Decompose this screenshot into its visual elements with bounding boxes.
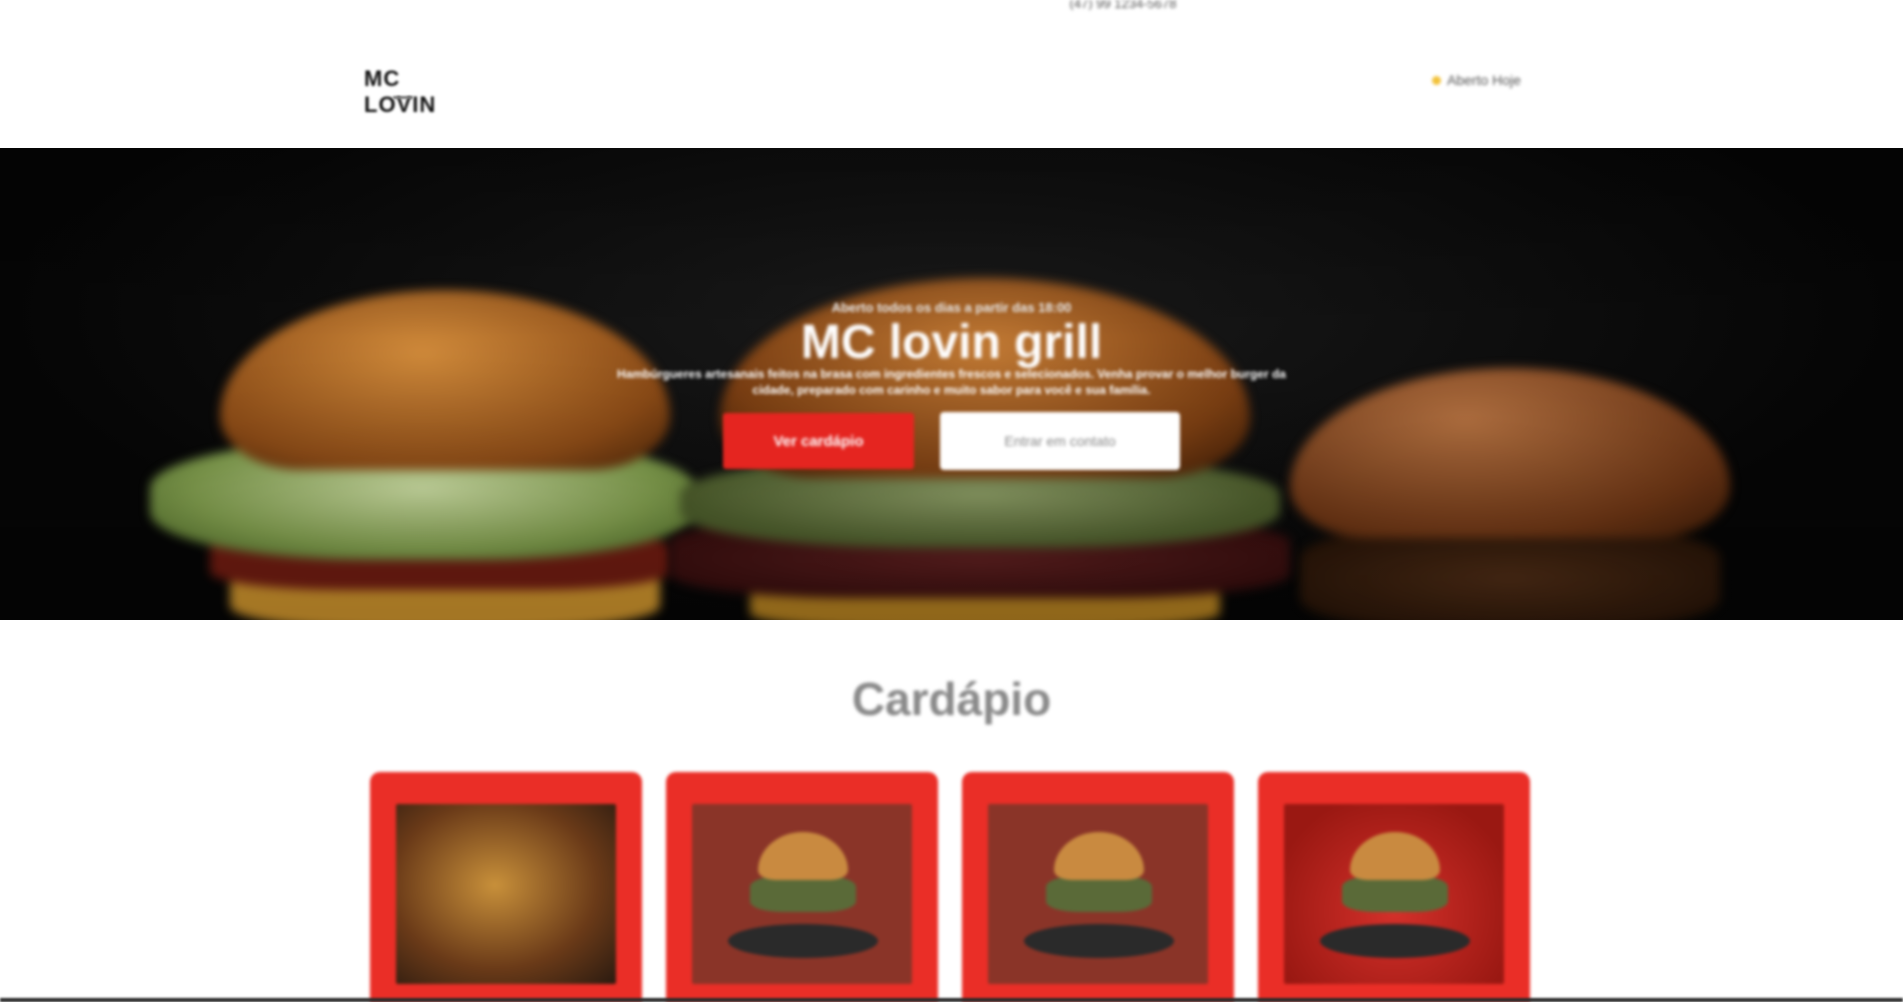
status-dot-icon <box>1432 75 1441 85</box>
menu-card[interactable] <box>666 772 938 1002</box>
site-logo[interactable]: MC LOVIN <box>364 66 442 117</box>
menu-card[interactable] <box>962 772 1234 1002</box>
hero-title: MC lovin grill <box>800 316 1103 369</box>
menu-card-list <box>370 772 1534 1002</box>
site-header: MC LOVIN Aberto Hoje <box>0 0 1903 148</box>
sandwich-photo <box>396 804 616 984</box>
logo-underline <box>393 96 413 99</box>
hero-kicker: Aberto todos os dias a partir das 18:00 <box>831 300 1072 315</box>
page: (47) 99 1234-5678 MC LOVIN Aberto Hoje A… <box>0 0 1903 1002</box>
opening-status: Aberto Hoje <box>1432 70 1521 90</box>
hero-banner: Aberto todos os dias a partir das 18:00 … <box>0 148 1903 620</box>
hero-description: Hambúrgueres artesanais feitos na brasa … <box>617 367 1286 397</box>
burger-photo <box>692 804 912 984</box>
menu-card[interactable] <box>370 772 642 1002</box>
burger-photo <box>1284 804 1504 984</box>
menu-card[interactable] <box>1258 772 1530 1002</box>
view-menu-button[interactable]: Ver cardápio <box>723 413 914 469</box>
burger-photo <box>988 804 1208 984</box>
window-bottom-edge <box>0 998 1903 1002</box>
opening-status-label: Aberto Hoje <box>1447 72 1521 88</box>
menu-section-title: Cardápio <box>851 673 1052 725</box>
contact-button[interactable]: Entrar em contato <box>940 412 1180 470</box>
